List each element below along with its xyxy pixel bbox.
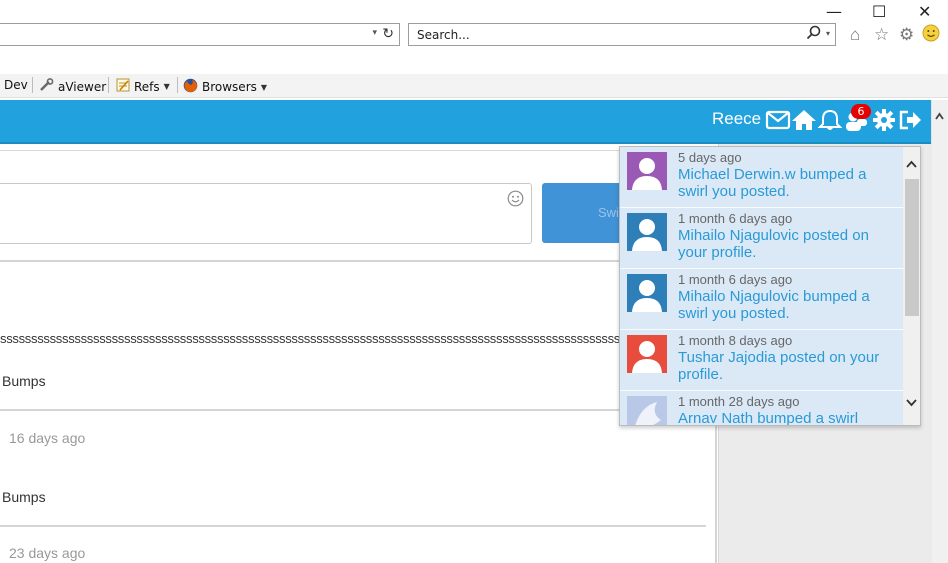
friends-badge: 6 xyxy=(851,104,871,119)
notifications-list: 5 days ago Michael Derwin.w bumped a swi… xyxy=(620,147,903,425)
star-icon[interactable]: ☆ xyxy=(874,25,889,45)
notification-item[interactable]: 5 days ago Michael Derwin.w bumped a swi… xyxy=(620,147,903,208)
search-box[interactable]: ▾ xyxy=(408,23,836,46)
refresh-icon[interactable]: ↻ xyxy=(382,25,394,42)
divider xyxy=(0,409,716,411)
mail-icon[interactable] xyxy=(765,108,791,132)
search-dropdown-icon[interactable]: ▾ xyxy=(826,29,830,38)
notification-text[interactable]: Tushar Jajodia posted on your profile. xyxy=(678,349,898,383)
scroll-up-icon[interactable] xyxy=(935,112,944,121)
scroll-down-icon[interactable] xyxy=(906,398,917,407)
notification-time: 1 month 28 days ago xyxy=(678,394,800,409)
firefox-icon xyxy=(183,78,198,96)
chevron-down-icon: ▼ xyxy=(163,82,170,91)
username-link[interactable]: Reece xyxy=(712,109,761,129)
fav-refs[interactable]: Refs ▼ xyxy=(116,78,170,95)
fav-label: Refs xyxy=(134,79,160,94)
notification-time: 1 month 6 days ago xyxy=(678,272,793,287)
notification-text[interactable]: Michael Derwin.w bumped a swirl you post… xyxy=(678,166,898,200)
notifications-scrollbar[interactable] xyxy=(903,147,920,425)
logout-icon[interactable] xyxy=(897,108,923,132)
close-button[interactable]: ✕ xyxy=(918,2,931,21)
post-timestamp: 23 days ago xyxy=(9,545,86,561)
notification-text[interactable]: Arnav Nath bumped a swirl xyxy=(678,410,898,425)
fav-aviewer[interactable]: aViewer xyxy=(39,78,106,95)
fav-browsers[interactable]: Browsers ▼ xyxy=(183,78,267,96)
bell-icon[interactable] xyxy=(817,108,843,132)
avatar xyxy=(627,274,667,312)
gear-icon[interactable] xyxy=(871,108,897,132)
notification-item[interactable]: 1 month 6 days ago Mihailo Njagulovic bu… xyxy=(620,269,903,330)
search-icon[interactable] xyxy=(806,25,821,44)
address-bar[interactable]: ▾ ↻ xyxy=(0,23,400,46)
divider xyxy=(0,260,716,262)
fav-separator xyxy=(32,77,33,93)
bumps-link[interactable]: Bumps xyxy=(2,489,46,505)
favorites-bar: Dev aViewer Refs ▼ Browsers ▼ xyxy=(0,74,948,98)
fav-label: Dev xyxy=(4,78,28,92)
avatar xyxy=(627,396,667,425)
bumps-link[interactable]: Bumps xyxy=(2,373,46,389)
fav-separator xyxy=(177,77,178,93)
swirl-textarea[interactable] xyxy=(0,183,532,244)
feed-border xyxy=(715,410,717,563)
post-timestamp: 16 days ago xyxy=(9,430,86,446)
notifications-dropdown: 5 days ago Michael Derwin.w bumped a swi… xyxy=(619,146,921,426)
fav-dev[interactable]: Dev xyxy=(4,78,28,92)
fav-label: aViewer xyxy=(58,79,107,94)
smiley-icon[interactable] xyxy=(507,190,524,212)
maximize-button[interactable]: ☐ xyxy=(872,2,886,21)
chevron-down-icon: ▼ xyxy=(260,82,268,92)
fav-label: Browsers xyxy=(202,80,257,94)
avatar xyxy=(627,335,667,373)
app-header: Reece xyxy=(0,100,931,144)
notification-item[interactable]: 1 month 8 days ago Tushar Jajodia posted… xyxy=(620,330,903,391)
home-icon[interactable] xyxy=(791,108,817,132)
scroll-thumb[interactable] xyxy=(905,179,919,316)
wrench-icon xyxy=(39,78,54,95)
fav-separator xyxy=(108,77,109,93)
notification-item[interactable]: 1 month 28 days ago Arnav Nath bumped a … xyxy=(620,391,903,425)
notification-time: 5 days ago xyxy=(678,150,742,165)
notification-text[interactable]: Mihailo Njagulovic posted on your profil… xyxy=(678,227,898,261)
notepad-icon xyxy=(116,78,130,95)
address-dropdown-icon[interactable]: ▾ xyxy=(372,27,377,38)
divider xyxy=(0,525,706,527)
scroll-up-icon[interactable] xyxy=(906,160,917,169)
avatar xyxy=(627,213,667,251)
home-icon[interactable]: ⌂ xyxy=(850,25,860,45)
notification-time: 1 month 8 days ago xyxy=(678,333,793,348)
minimize-button[interactable]: — xyxy=(826,2,842,21)
notification-time: 1 month 6 days ago xyxy=(678,211,793,226)
gear-icon[interactable]: ⚙ xyxy=(899,25,914,45)
avatar xyxy=(627,152,667,190)
notification-item[interactable]: 1 month 6 days ago Mihailo Njagulovic po… xyxy=(620,208,903,269)
notification-text[interactable]: Mihailo Njagulovic bumped a swirl you po… xyxy=(678,288,898,322)
search-input[interactable] xyxy=(415,27,789,43)
smiley-icon[interactable] xyxy=(922,24,940,47)
